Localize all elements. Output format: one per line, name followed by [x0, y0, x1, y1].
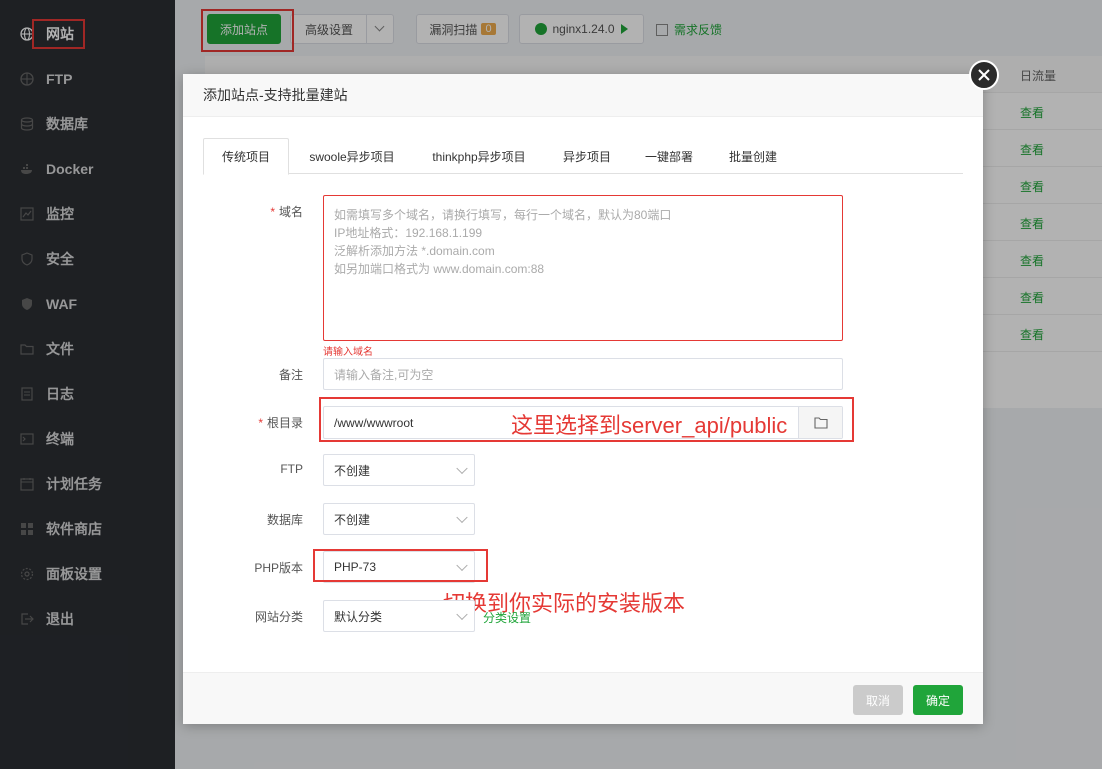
annotation-php-hint: 切换到你实际的安装版本 — [443, 591, 686, 616]
tab-batch-create[interactable]: 批量创建 — [715, 138, 791, 174]
close-icon — [978, 69, 990, 81]
chevron-down-icon — [456, 462, 468, 475]
domain-error-message: 请输入域名 — [323, 347, 373, 358]
domain-label: * 域名 — [213, 203, 303, 220]
domain-placeholder-line: 如需填写多个域名，请换行填写，每行一个域名，默认为80端口 — [334, 208, 672, 222]
category-select-value: 默认分类 — [334, 609, 383, 624]
modal-header: 添加站点-支持批量建站 — [183, 74, 983, 117]
cancel-button[interactable]: 取消 — [853, 685, 903, 715]
root-dir-label: * 根目录 — [213, 414, 303, 431]
required-mark: * — [258, 416, 263, 430]
ftp-label: FTP — [280, 462, 303, 476]
required-mark: * — [270, 205, 275, 219]
modal-title: 添加站点-支持批量建站 — [203, 87, 348, 103]
modal-footer: 取消 确定 — [183, 672, 983, 724]
category-label: 网站分类 — [254, 610, 303, 624]
tab-traditional[interactable]: 传统项目 — [203, 138, 289, 175]
confirm-button[interactable]: 确定 — [913, 685, 963, 715]
domain-placeholder-line: IP地址格式：192.168.1.199 — [334, 226, 483, 240]
annotation-box-php — [313, 549, 488, 582]
chevron-down-icon — [456, 608, 468, 621]
tab-one-click-deploy[interactable]: 一键部署 — [631, 138, 707, 174]
add-site-modal: 添加站点-支持批量建站 传统项目 swoole异步项目 thinkphp异步项目… — [183, 74, 983, 724]
close-button[interactable] — [969, 60, 999, 90]
domain-placeholder-line: 如另加端口格式为 www.domain.com:88 — [334, 262, 545, 276]
tab-async[interactable]: 异步项目 — [551, 138, 623, 174]
domain-placeholder-line: 泛解析添加方法 *.domain.com — [334, 244, 495, 258]
php-version-label: PHP版本 — [254, 561, 303, 575]
annotation-root-hint: 这里选择到server_api/public — [511, 413, 788, 438]
root-dir-label-text: 根目录 — [266, 416, 303, 430]
tab-swoole[interactable]: swoole异步项目 — [297, 138, 407, 174]
domain-textarea[interactable]: 如需填写多个域名，请换行填写，每行一个域名，默认为80端口 IP地址格式：192… — [323, 195, 843, 341]
database-select[interactable]: 不创建 — [323, 503, 475, 535]
category-settings-link[interactable]: 分类设置 — [483, 609, 531, 626]
database-select-value: 不创建 — [334, 512, 371, 527]
tab-thinkphp[interactable]: thinkphp异步项目 — [415, 138, 543, 174]
remark-input[interactable]: 请输入备注,可为空 — [323, 358, 843, 390]
ftp-select-value: 不创建 — [334, 463, 371, 478]
database-label: 数据库 — [266, 513, 303, 527]
domain-label-text: 域名 — [278, 205, 303, 219]
chevron-down-icon — [456, 511, 468, 524]
remark-label: 备注 — [278, 368, 303, 382]
project-tabs: 传统项目 swoole异步项目 thinkphp异步项目 异步项目 一键部署 批… — [203, 138, 963, 175]
category-select[interactable]: 默认分类 — [323, 600, 475, 632]
ftp-select[interactable]: 不创建 — [323, 454, 475, 486]
